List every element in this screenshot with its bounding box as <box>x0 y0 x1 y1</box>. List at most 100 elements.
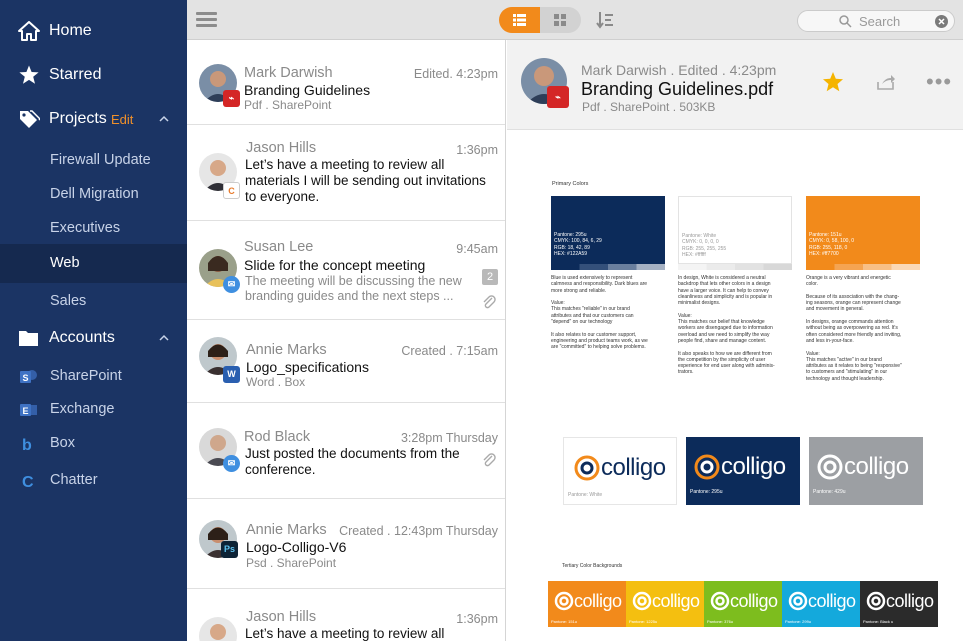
tertiary-heading: Tertiary Color Backgrounds <box>562 563 623 569</box>
star-icon[interactable] <box>822 71 844 93</box>
sidebar-item-sales[interactable]: Sales <box>0 284 187 320</box>
list-view-icon <box>513 14 526 26</box>
colligo-logo-icon <box>554 591 574 611</box>
pdf-icon: ⌁ <box>547 86 569 108</box>
list-item[interactable]: ⌁ Mark Darwish Edited. 4:23pm Branding G… <box>187 40 505 125</box>
list-item[interactable]: Ps Annie Marks Created . 12:43pm Thursda… <box>187 499 505 589</box>
colligo-logo-icon <box>866 591 886 611</box>
primary-colors-heading: Primary Colors <box>552 181 589 187</box>
sidebar-item-label: Web <box>50 255 80 271</box>
logo-wordmark: colligo <box>886 591 934 611</box>
logo-wordmark: colligo <box>601 454 666 481</box>
sidebar-item-chatter[interactable]: C Chatter <box>0 463 187 499</box>
detail-meta: Pdf . SharePoint . 503KB <box>582 100 716 114</box>
grid-view-icon <box>554 14 566 26</box>
sidebar: Home Starred Projects Edit Firewall Upda… <box>0 0 187 641</box>
message-time: 1:36pm <box>456 612 498 626</box>
tertiary-swatch-orange: colligo Pantone: 151u <box>548 581 626 627</box>
logo-caption: Pantone: 429u <box>813 489 846 495</box>
more-options-icon[interactable]: ••• <box>926 71 952 93</box>
detail-header: ⌁ Mark Darwish . Edited . 4:23pm Brandin… <box>507 40 963 130</box>
sidebar-item-dell-migration[interactable]: Dell Migration <box>0 177 187 213</box>
colligo-logo-icon <box>817 454 843 480</box>
message-body: Just posted the documents from the confe… <box>245 446 460 477</box>
list-item[interactable]: ✉ Rod Black 3:28pm Thursday Just posted … <box>187 403 505 499</box>
list-item[interactable]: C Jason Hills 1:36pm Let’s have a meetin… <box>187 125 505 221</box>
nav-home-label: Home <box>49 22 92 39</box>
colligo-logo-icon <box>632 591 652 611</box>
logo-caption: Pantone: 295u <box>690 489 723 495</box>
tertiary-caption: Pantone: 299u <box>785 619 812 624</box>
sidebar-item-firewall-update[interactable]: Firewall Update <box>0 143 187 179</box>
clear-search-icon[interactable] <box>935 15 948 28</box>
colligo-logo-icon <box>694 454 720 480</box>
message-list: ⌁ Mark Darwish Edited. 4:23pm Branding G… <box>187 40 506 641</box>
message-sender: Rod Black <box>244 429 311 445</box>
message-time: 3:28pm Thursday <box>400 431 498 445</box>
top-toolbar: Search <box>187 0 963 40</box>
tags-icon <box>20 110 40 128</box>
swatch-tints <box>678 264 792 270</box>
swatch-white: Pantone: White CMYK: 0, 0, 0, 0 RGB: 255, … <box>678 196 792 264</box>
share-icon[interactable] <box>876 74 896 90</box>
message-time: Created . 12:43pm Thursday <box>339 524 498 538</box>
logo-wordmark: colligo <box>652 591 700 611</box>
message-meta: Word . Box <box>246 375 306 389</box>
sort-icon[interactable] <box>596 11 614 29</box>
chevron-up-icon[interactable] <box>159 114 169 124</box>
detail-title: Branding Guidelines.pdf <box>581 79 774 99</box>
sidebar-item-exchange[interactable]: E Exchange <box>0 392 187 428</box>
attachment-icon <box>483 295 496 309</box>
svg-text:b: b <box>22 437 32 452</box>
tertiary-swatch-yellow: colligo Pantone: 1225u <box>626 581 704 627</box>
sidebar-item-web[interactable]: Web <box>0 244 187 283</box>
list-view-button[interactable] <box>499 7 540 33</box>
sidebar-item-executives[interactable]: Executives <box>0 211 187 247</box>
message-subject: Logo-Colligo-V6 <box>246 539 347 555</box>
detail-pane: ⌁ Mark Darwish . Edited . 4:23pm Brandin… <box>507 40 963 641</box>
nav-starred[interactable]: Starred <box>0 57 187 93</box>
message-sender: Annie Marks <box>246 522 327 538</box>
message-sender: Annie Marks <box>246 342 327 358</box>
sidebar-item-label: Sales <box>50 293 87 309</box>
message-time: 1:36pm <box>456 143 498 157</box>
list-item[interactable]: Jason Hills 1:36pm Let’s have a meeting … <box>187 589 505 641</box>
message-time: Created . 7:15am <box>401 344 498 358</box>
swatch-tints <box>806 264 920 270</box>
nav-home[interactable]: Home <box>0 13 187 49</box>
chevron-up-icon[interactable] <box>159 333 169 343</box>
nav-accounts[interactable]: Accounts <box>0 320 187 356</box>
search-placeholder: Search <box>859 14 901 29</box>
sidebar-item-box[interactable]: b Box <box>0 426 187 462</box>
exchange-icon: E <box>20 404 37 416</box>
message-sender: Susan Lee <box>244 239 314 255</box>
nav-projects[interactable]: Projects Edit <box>0 101 187 137</box>
projects-edit-link[interactable]: Edit <box>111 112 133 127</box>
list-item[interactable]: W Annie Marks Created . 7:15am Logo_spec… <box>187 320 505 403</box>
logo-wordmark: colligo <box>721 453 786 480</box>
message-time: 9:45am <box>456 242 498 256</box>
nav-projects-label: Projects <box>49 110 107 127</box>
logo-wordmark: colligo <box>574 591 622 611</box>
menu-icon[interactable] <box>196 12 217 28</box>
message-body: Let’s have a meeting to review all <box>245 626 445 641</box>
logo-wordmark: colligo <box>730 591 778 611</box>
star-icon <box>19 65 39 84</box>
list-item[interactable]: ✉ Susan Lee 9:45am Slide for the concept… <box>187 221 505 320</box>
orange-description: Orange is a very vibrant and energetic co… <box>806 275 902 382</box>
search-input[interactable]: Search <box>797 10 955 32</box>
sidebar-item-sharepoint[interactable]: S SharePoint <box>0 359 187 395</box>
grid-view-button[interactable] <box>540 7 581 33</box>
pdf-icon: ⌁ <box>223 90 240 107</box>
logo-caption: Pantone: White <box>568 492 603 498</box>
tertiary-swatch-green: colligo Pantone: 376u <box>704 581 782 627</box>
swatch-specs: Pantone: 151u CMYK: 0, 58, 100, 0 RGB: 255… <box>809 232 855 257</box>
logo-wordmark: colligo <box>844 453 909 480</box>
search-icon <box>839 15 852 28</box>
message-meta: Psd . SharePoint <box>246 556 337 570</box>
swatch-tints <box>551 264 665 270</box>
message-sender: Jason Hills <box>246 140 317 156</box>
colligo-logo-icon <box>710 591 730 611</box>
tertiary-caption: Pantone: 1225u <box>629 619 658 624</box>
tertiary-caption: Pantone: Black u <box>863 619 894 624</box>
